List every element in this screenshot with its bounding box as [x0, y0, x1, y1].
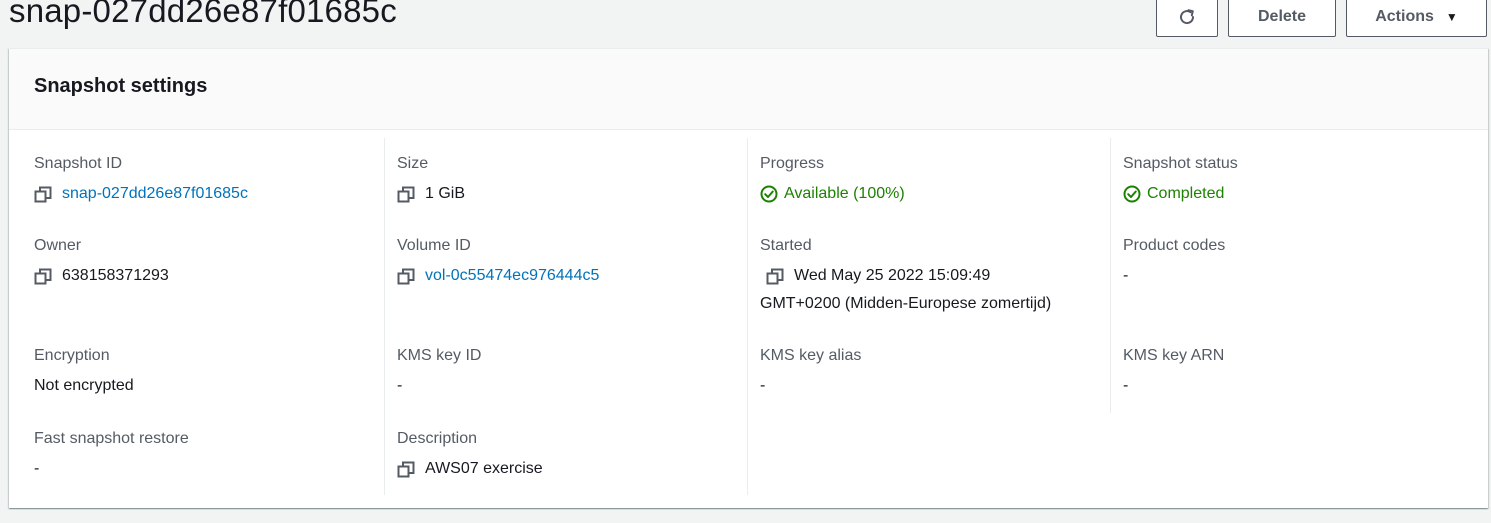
panel-title: Snapshot settings — [34, 75, 208, 97]
field-started: Started Wed May 25 2022 15:09:49 GMT+020… — [760, 236, 1051, 314]
field-value: - — [760, 376, 861, 396]
field-volume-id: Volume ID vol-0c55474ec976444c5 — [397, 236, 599, 286]
field-encryption: Encryption Not encrypted — [34, 346, 134, 396]
refresh-button[interactable] — [1156, 0, 1218, 37]
column-divider — [747, 138, 748, 495]
caret-down-icon: ▼ — [1445, 9, 1458, 24]
started-date: Wed May 25 2022 15:09:49 — [794, 267, 991, 284]
field-label: Volume ID — [397, 237, 471, 254]
page-title: snap-027dd26e87f01685c — [9, 0, 397, 29]
field-value: snap-027dd26e87f01685c — [34, 184, 248, 204]
copy-icon[interactable] — [766, 268, 784, 286]
page-header: snap-027dd26e87f01685c Delete Actions ▼ — [0, 0, 1491, 46]
field-label: Description — [397, 430, 478, 447]
kms-key-arn-value: - — [1123, 377, 1129, 394]
status-success-icon — [760, 185, 778, 203]
field-snapshot-status: Snapshot status Completed — [1123, 154, 1238, 204]
started-timezone: GMT+0200 (Midden-Europese zomertijd) — [760, 295, 1052, 312]
field-value: - — [1123, 376, 1224, 396]
field-label: Owner — [34, 237, 82, 254]
field-value: 638158371293 — [34, 266, 169, 286]
field-label: Size — [397, 155, 429, 172]
field-value: Completed — [1123, 184, 1238, 204]
field-value: - — [1123, 266, 1225, 286]
field-description: Description AWS07 exercise — [397, 429, 543, 479]
field-value: - — [397, 376, 481, 396]
copy-icon[interactable] — [397, 186, 415, 204]
snapshot-status-value: Completed — [1147, 185, 1225, 202]
field-value: 1 GiB — [397, 184, 465, 204]
field-kms-key-alias: KMS key alias - — [760, 346, 861, 396]
field-kms-key-arn: KMS key ARN - — [1123, 346, 1224, 396]
field-kms-key-id: KMS key ID - — [397, 346, 481, 396]
field-value: Wed May 25 2022 15:09:49 GMT+0200 (Midde… — [760, 266, 1051, 314]
field-owner: Owner 638158371293 — [34, 236, 169, 286]
field-label: KMS key alias — [760, 347, 862, 364]
field-label: Fast snapshot restore — [34, 430, 189, 447]
field-label: Product codes — [1123, 237, 1226, 254]
panel-header: Snapshot settings — [9, 49, 1488, 130]
field-value: Not encrypted — [34, 376, 134, 396]
field-value: vol-0c55474ec976444c5 — [397, 266, 599, 286]
field-value: - — [34, 459, 189, 479]
field-product-codes: Product codes - — [1123, 236, 1225, 286]
field-label: Started — [760, 237, 812, 254]
product-codes-value: - — [1123, 267, 1129, 284]
field-size: Size 1 GiB — [397, 154, 465, 204]
status-success-icon — [1123, 185, 1141, 203]
actions-dropdown-button[interactable]: Actions ▼ — [1346, 0, 1487, 37]
field-label: Progress — [760, 155, 825, 172]
field-label: KMS key ID — [397, 347, 482, 364]
field-label: KMS key ARN — [1123, 347, 1225, 364]
encryption-value: Not encrypted — [34, 377, 134, 394]
kms-key-alias-value: - — [760, 377, 766, 394]
copy-icon[interactable] — [397, 461, 415, 479]
field-label: Snapshot status — [1123, 155, 1238, 172]
started-line: Wed May 25 2022 15:09:49 — [760, 266, 1051, 286]
fast-snapshot-restore-value: - — [34, 460, 40, 477]
copy-icon[interactable] — [34, 268, 52, 286]
snapshot-settings-panel: Snapshot settings Snapshot ID snap-027dd… — [9, 48, 1488, 508]
owner-value: 638158371293 — [62, 267, 169, 284]
copy-icon[interactable] — [34, 186, 52, 204]
kms-key-id-value: - — [397, 377, 403, 394]
description-value: AWS07 exercise — [425, 460, 543, 477]
volume-id-link[interactable]: vol-0c55474ec976444c5 — [425, 266, 599, 286]
field-snapshot-id: Snapshot ID snap-027dd26e87f01685c — [34, 154, 248, 204]
field-progress: Progress Available (100%) — [760, 154, 905, 204]
field-label: Encryption — [34, 347, 110, 364]
field-value: AWS07 exercise — [397, 459, 543, 479]
size-value: 1 GiB — [425, 185, 466, 202]
field-value: Available (100%) — [760, 184, 905, 204]
field-label: Snapshot ID — [34, 155, 123, 172]
refresh-icon — [1180, 8, 1195, 24]
column-divider — [1110, 138, 1111, 413]
column-divider — [384, 138, 385, 495]
progress-value: Available (100%) — [784, 185, 905, 202]
actions-label: Actions — [1375, 7, 1434, 25]
snapshot-id-link[interactable]: snap-027dd26e87f01685c — [62, 184, 248, 204]
delete-button[interactable]: Delete — [1228, 0, 1336, 37]
copy-icon[interactable] — [397, 268, 415, 286]
field-fast-snapshot-restore: Fast snapshot restore - — [34, 429, 189, 479]
